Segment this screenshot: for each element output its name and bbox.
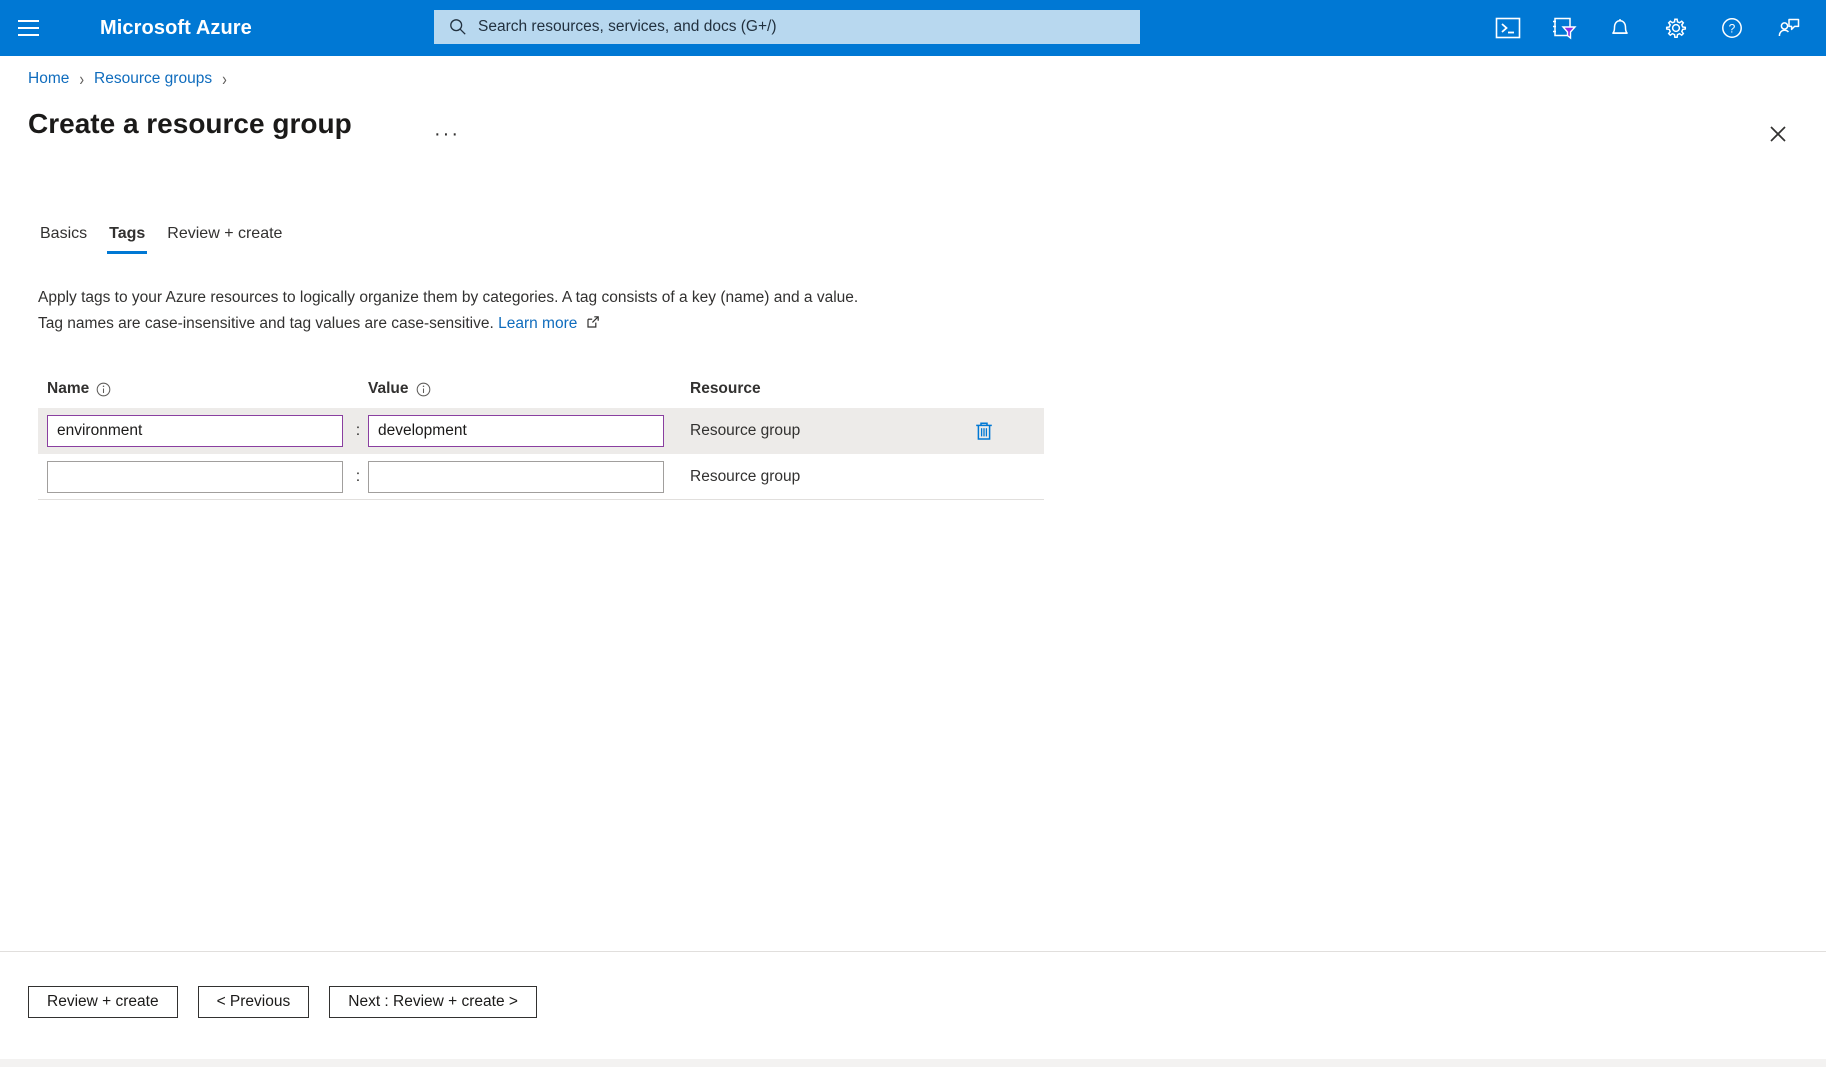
learn-more-link[interactable]: Learn more bbox=[498, 315, 577, 332]
notifications-bell-icon[interactable] bbox=[1592, 0, 1648, 56]
cloud-shell-icon[interactable] bbox=[1480, 0, 1536, 56]
tag-row-2-resource: Resource group bbox=[690, 467, 801, 485]
breadcrumb-item-resource-groups[interactable]: Resource groups bbox=[94, 70, 212, 88]
feedback-person-icon[interactable] bbox=[1760, 0, 1816, 56]
info-icon[interactable] bbox=[416, 382, 431, 397]
svg-text:?: ? bbox=[1729, 22, 1736, 36]
tags-table-header: Name Value Resource bbox=[38, 370, 1044, 408]
search-input[interactable]: Search resources, services, and docs (G+… bbox=[434, 10, 1140, 44]
tags-table: Name Value Resource environment: develo… bbox=[38, 370, 1044, 500]
tab-review-create[interactable]: Review + create bbox=[156, 225, 293, 254]
tag-value-input-1[interactable] bbox=[368, 415, 664, 447]
footer-button-group: Review + create < Previous Next : Review… bbox=[0, 952, 1826, 1018]
hamburger-bar bbox=[17, 34, 39, 37]
tag-row-2: : Resource group bbox=[38, 454, 1044, 500]
tab-tags[interactable]: Tags bbox=[98, 225, 156, 254]
tag-row-1-separator: : bbox=[355, 422, 361, 439]
tag-row-2-name-cell bbox=[38, 460, 348, 493]
next-review-create-button[interactable]: Next : Review + create > bbox=[329, 986, 537, 1018]
wizard-footer: Review + create < Previous Next : Review… bbox=[0, 951, 1826, 1059]
tag-row-2-separator: : bbox=[355, 467, 361, 485]
close-icon[interactable] bbox=[1760, 116, 1796, 152]
search-placeholder: Search resources, services, and docs (G+… bbox=[478, 18, 777, 35]
column-header-value: Value bbox=[368, 380, 690, 398]
breadcrumb-item-home[interactable]: Home bbox=[28, 70, 69, 88]
wizard-tabs: Basics Tags Review + create bbox=[28, 225, 293, 254]
column-header-resource: Resource bbox=[690, 380, 761, 397]
review-create-button[interactable]: Review + create bbox=[28, 986, 178, 1018]
tag-row-2-value-cell bbox=[368, 460, 668, 493]
settings-gear-icon[interactable] bbox=[1648, 0, 1704, 56]
tag-row-1-value-cell bbox=[368, 415, 668, 447]
breadcrumb-separator-icon: › bbox=[222, 68, 227, 90]
table-row: : Resource group bbox=[38, 454, 1044, 500]
help-question-icon[interactable]: ? bbox=[1704, 0, 1760, 56]
top-navigation-bar: Microsoft Azure Search resources, servic… bbox=[0, 0, 1826, 56]
column-header-name: Name bbox=[38, 380, 368, 398]
breadcrumb-separator-icon: › bbox=[79, 68, 85, 90]
azure-brand-logo[interactable]: Microsoft Azure bbox=[100, 17, 252, 40]
hamburger-bar bbox=[17, 19, 39, 22]
column-header-name-label: Name bbox=[47, 380, 90, 397]
description-line-1: Apply tags to your Azure resources to lo… bbox=[38, 289, 859, 306]
tag-row-1-name-cell bbox=[38, 415, 348, 447]
previous-button[interactable]: < Previous bbox=[197, 986, 310, 1018]
hamburger-bar bbox=[17, 27, 39, 29]
tags-description: Apply tags to your Azure resources to lo… bbox=[38, 285, 1098, 338]
tag-name-input-1[interactable] bbox=[47, 415, 343, 447]
tab-basics-label: Basics bbox=[40, 225, 88, 242]
delete-trash-icon[interactable] bbox=[968, 415, 1000, 447]
table-row: : Resource group bbox=[38, 408, 1044, 454]
top-bar-icon-group: ? bbox=[1480, 0, 1816, 56]
info-icon[interactable] bbox=[96, 382, 111, 397]
tab-basics[interactable]: Basics bbox=[28, 225, 98, 254]
external-link-icon[interactable] bbox=[586, 312, 600, 338]
column-header-value-label: Value bbox=[368, 380, 409, 397]
page-title: Create a resource group bbox=[28, 108, 352, 139]
description-line-2-text: Tag names are case-insensitive and tag v… bbox=[38, 315, 494, 332]
tag-row-1: : Resource group bbox=[38, 408, 1044, 454]
directories-subscriptions-icon[interactable] bbox=[1536, 0, 1592, 56]
more-options-icon[interactable]: ··· bbox=[434, 124, 460, 144]
hamburger-icon[interactable] bbox=[0, 0, 56, 56]
breadcrumb: Home › Resource groups › bbox=[28, 68, 237, 90]
search-icon bbox=[450, 19, 466, 35]
tab-tags-label: Tags bbox=[109, 225, 146, 242]
description-line-2: Tag names are case-insensitive and tag v… bbox=[38, 311, 1098, 338]
tag-value-input-2[interactable] bbox=[368, 460, 664, 493]
tag-name-input-2[interactable] bbox=[47, 460, 343, 493]
tab-review-create-label: Review + create bbox=[167, 225, 283, 242]
bottom-strip bbox=[0, 1059, 1826, 1067]
